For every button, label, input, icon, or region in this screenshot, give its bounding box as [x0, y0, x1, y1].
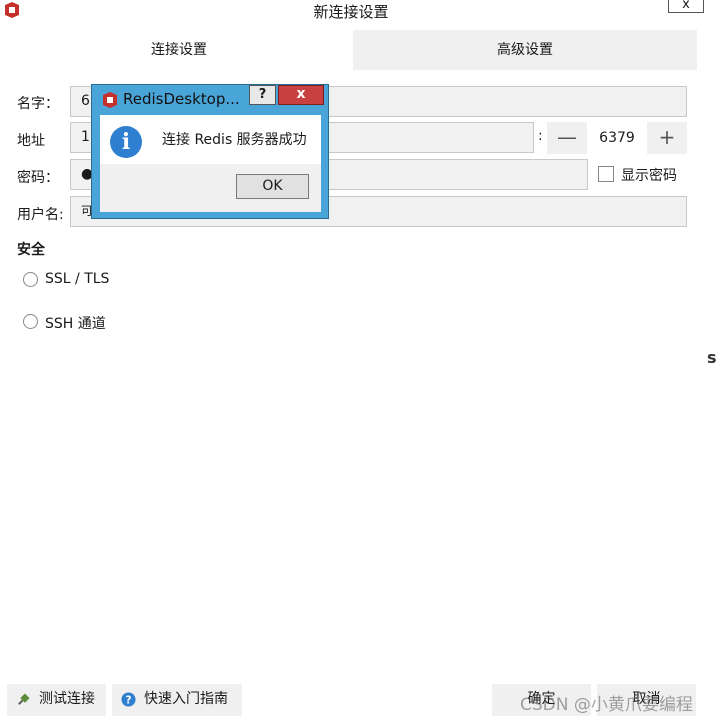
svg-text:?: ? — [126, 694, 132, 706]
name-label: 名字： — [17, 96, 59, 112]
ssh-tunnel-label[interactable]: SSH 通道 — [45, 313, 106, 333]
dialog-title: RedisDesktop... — [123, 90, 240, 108]
dialog-body: i 连接 Redis 服务器成功 OK — [100, 115, 321, 212]
csdn-watermark: CSDN @小黄爪要编程 — [520, 695, 693, 715]
ssl-tls-label[interactable]: SSL / TLS — [45, 271, 109, 287]
address-label: 地址 — [17, 133, 45, 149]
window-close-button[interactable]: x — [668, 0, 704, 13]
username-label: 用户名: — [17, 207, 64, 223]
test-connection-label: 测试连接 — [39, 691, 95, 707]
success-dialog: RedisDesktop... ? x i 连接 Redis 服务器成功 OK — [91, 84, 329, 219]
show-password-label[interactable]: 显示密码 — [621, 165, 677, 185]
dialog-close-button[interactable]: x — [278, 85, 324, 105]
plug-icon — [18, 693, 30, 705]
port-input[interactable]: 6379 — [587, 122, 647, 154]
dialog-footer: OK — [100, 164, 321, 212]
window-titlebar: 新连接设置 x — [0, 0, 720, 22]
window-title: 新连接设置 — [313, 3, 389, 21]
quick-start-guide-label: 快速入门指南 — [144, 691, 228, 707]
dialog-ok-button[interactable]: OK — [236, 174, 309, 199]
ssl-tls-radio[interactable] — [23, 272, 38, 287]
redis-logo-icon — [103, 92, 117, 108]
ssh-tunnel-radio[interactable] — [23, 314, 38, 329]
dialog-message: 连接 Redis 服务器成功 — [162, 132, 307, 148]
info-icon: i — [110, 126, 142, 158]
help-circle-icon: ? — [121, 692, 136, 707]
port-stepper: — 6379 + — [547, 122, 687, 154]
password-label: 密码： — [17, 170, 59, 186]
dialog-help-button[interactable]: ? — [249, 85, 276, 105]
show-password-checkbox[interactable] — [598, 166, 614, 182]
quick-start-guide-button[interactable]: ? 快速入门指南 — [112, 684, 242, 716]
tab-advanced-settings[interactable]: 高级设置 — [353, 30, 697, 70]
edge-glyph: s — [707, 348, 717, 367]
port-decrement-button[interactable]: — — [547, 122, 587, 154]
connection-settings-window: 新连接设置 x 连接设置 高级设置 名字： 63 地址 17 : — 6379 … — [0, 0, 720, 721]
port-colon: : — [538, 128, 543, 144]
port-increment-button[interactable]: + — [647, 122, 687, 154]
tab-connection-settings[interactable]: 连接设置 — [6, 30, 352, 70]
test-connection-button[interactable]: 测试连接 — [7, 684, 106, 716]
security-heading: 安全 — [17, 242, 45, 258]
